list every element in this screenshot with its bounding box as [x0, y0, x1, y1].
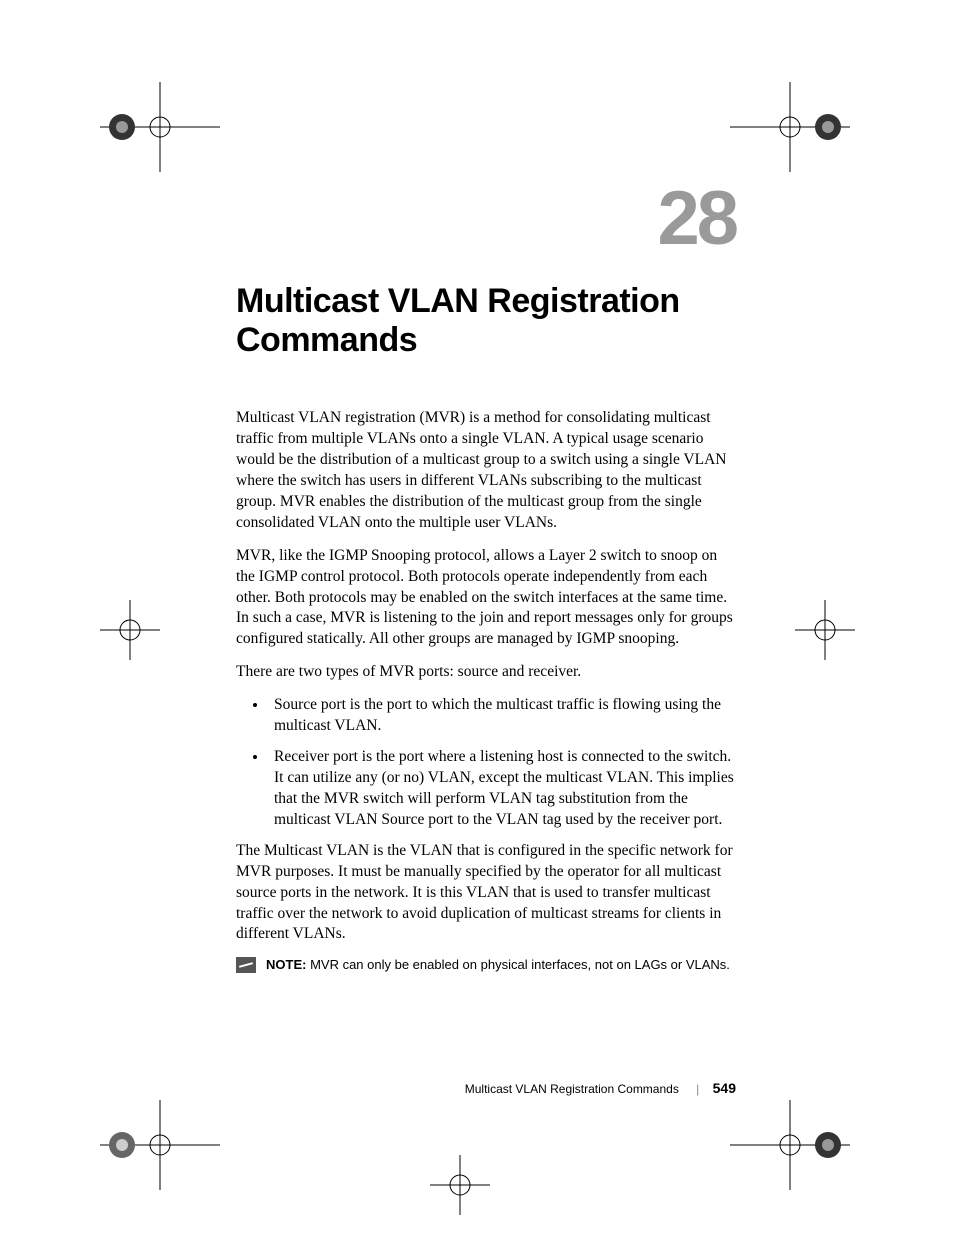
chapter-title: Multicast VLAN Registration Commands: [236, 282, 736, 360]
crop-mark-icon: [100, 1100, 220, 1190]
note-block: NOTE: MVR can only be enabled on physica…: [236, 957, 736, 974]
note-text: MVR can only be enabled on physical inte…: [306, 957, 729, 972]
page-footer: Multicast VLAN Registration Commands | 5…: [236, 1080, 736, 1096]
note-icon: [236, 957, 256, 973]
paragraph: Multicast VLAN registration (MVR) is a m…: [236, 408, 736, 534]
crop-mark-icon: [795, 600, 855, 660]
crop-mark-icon: [430, 1155, 490, 1215]
list-item: Receiver port is the port where a listen…: [268, 747, 736, 831]
chapter-number: 28: [236, 175, 736, 262]
footer-section: Multicast VLAN Registration Commands: [465, 1082, 679, 1096]
paragraph: The Multicast VLAN is the VLAN that is c…: [236, 841, 736, 946]
paragraph: MVR, like the IGMP Snooping protocol, al…: [236, 546, 736, 651]
footer-separator: |: [696, 1082, 699, 1096]
crop-mark-icon: [730, 82, 850, 172]
crop-mark-icon: [100, 82, 220, 172]
list-item: Source port is the port to which the mul…: [268, 695, 736, 737]
crop-mark-icon: [730, 1100, 850, 1190]
page-number: 549: [713, 1080, 736, 1096]
note-label: NOTE:: [266, 957, 306, 972]
paragraph: There are two types of MVR ports: source…: [236, 662, 736, 683]
crop-mark-icon: [100, 600, 160, 660]
